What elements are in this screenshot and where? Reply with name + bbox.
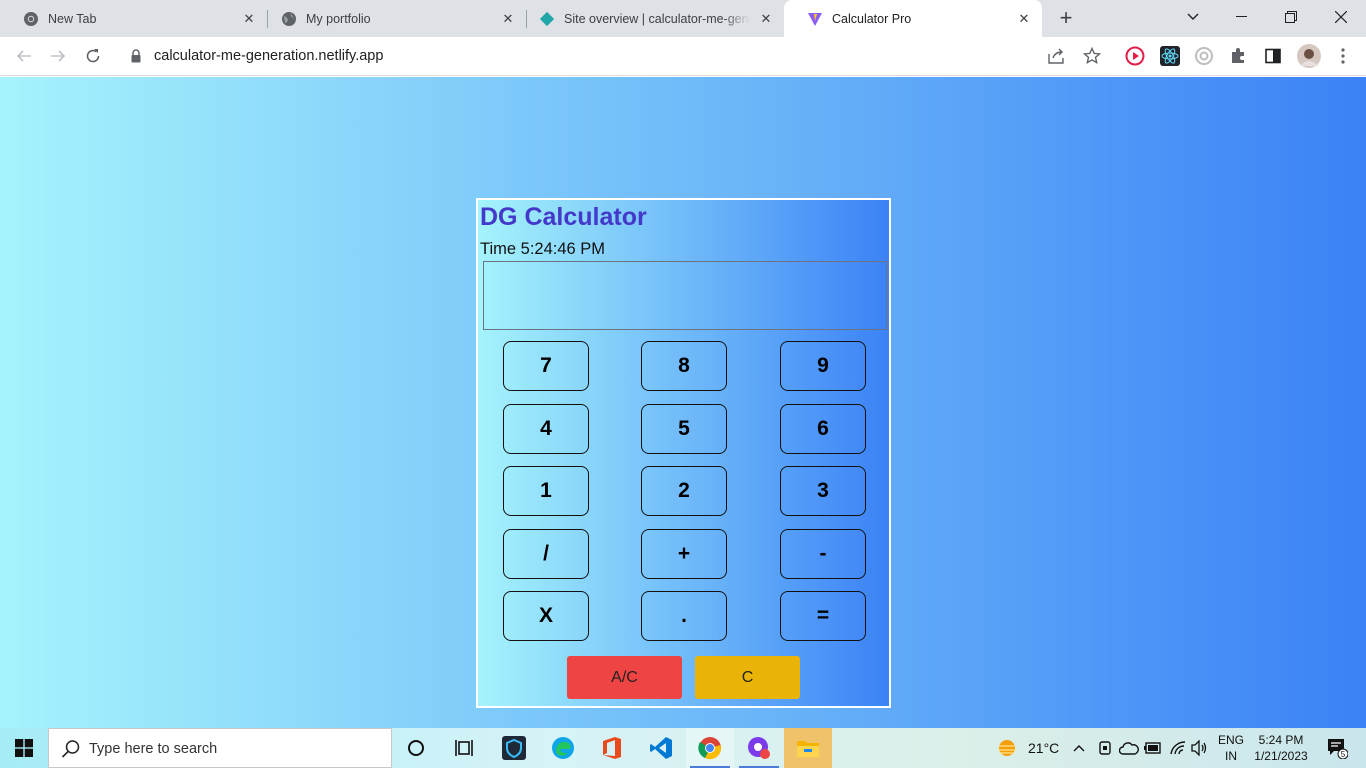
security-app-icon[interactable] bbox=[490, 728, 538, 768]
close-tab-icon[interactable]: ✕ bbox=[758, 11, 774, 27]
tab-title: New Tab bbox=[48, 11, 97, 26]
url-text: calculator-me-generation.netlify.app bbox=[154, 48, 384, 64]
chrome-profile-taskbar-icon[interactable] bbox=[735, 728, 783, 768]
close-window-icon[interactable] bbox=[1318, 0, 1364, 34]
key-multiply[interactable]: X bbox=[503, 591, 589, 641]
cortana-icon[interactable] bbox=[392, 728, 440, 768]
file-explorer-icon[interactable] bbox=[784, 728, 832, 768]
back-icon[interactable] bbox=[12, 44, 36, 68]
key-equals[interactable]: = bbox=[780, 591, 866, 641]
wifi-icon[interactable] bbox=[1169, 728, 1187, 768]
globe-icon bbox=[281, 11, 297, 27]
reload-icon[interactable] bbox=[81, 44, 105, 68]
windows-start-icon[interactable] bbox=[0, 728, 48, 768]
battery-icon[interactable] bbox=[1144, 728, 1162, 768]
kebab-menu-icon[interactable] bbox=[1333, 46, 1353, 66]
chrome-icon bbox=[23, 11, 39, 27]
page-background: DG Calculator Time 5:24:46 PM 7 8 9 4 5 6 1 2 3 /… bbox=[0, 77, 1366, 728]
weather-sun-icon bbox=[998, 740, 1016, 756]
calculator-display[interactable] bbox=[483, 261, 887, 330]
weather-temp: 21°C bbox=[1028, 740, 1060, 756]
key-plus[interactable]: + bbox=[641, 529, 727, 579]
key-minus[interactable]: - bbox=[780, 529, 866, 579]
netlify-icon bbox=[539, 11, 555, 27]
forward-icon[interactable] bbox=[46, 44, 70, 68]
taskbar: Type here to search 21°C ENG IN 5:24 PM … bbox=[0, 728, 1366, 768]
tab-new-tab[interactable]: New Tab ✕ bbox=[0, 0, 267, 37]
key-5[interactable]: 5 bbox=[641, 404, 727, 454]
close-tab-icon[interactable]: ✕ bbox=[241, 11, 257, 27]
side-panel-icon[interactable] bbox=[1263, 46, 1283, 66]
search-icon bbox=[61, 739, 81, 759]
key-1[interactable]: 1 bbox=[503, 466, 589, 516]
calculator-card: DG Calculator Time 5:24:46 PM 7 8 9 4 5 6 1 2 3 /… bbox=[476, 198, 891, 708]
address-bar[interactable]: calculator-me-generation.netlify.app bbox=[115, 41, 1115, 72]
taskbar-clock[interactable]: 5:24 PM 1/21/2023 bbox=[1250, 732, 1312, 764]
search-placeholder: Type here to search bbox=[89, 741, 218, 757]
vite-icon bbox=[807, 11, 823, 27]
key-4[interactable]: 4 bbox=[503, 404, 589, 454]
restore-icon[interactable] bbox=[1268, 0, 1314, 34]
tab-title: Calculator Pro bbox=[832, 11, 912, 26]
screen-recorder-extension-icon[interactable] bbox=[1125, 46, 1145, 66]
key-decimal[interactable]: . bbox=[641, 591, 727, 641]
volume-icon[interactable] bbox=[1191, 728, 1209, 768]
tab-strip: New Tab ✕ My portfolio ✕ Site overview |… bbox=[0, 0, 1366, 37]
tab-title: Site overview | calculator-me-generation bbox=[564, 11, 750, 26]
key-8[interactable]: 8 bbox=[641, 341, 727, 391]
notification-count: 5 bbox=[1341, 750, 1346, 759]
tray-device-icon[interactable] bbox=[1097, 728, 1113, 768]
tab-my-portfolio[interactable]: My portfolio ✕ bbox=[258, 0, 526, 37]
key-7[interactable]: 7 bbox=[503, 341, 589, 391]
clock-date: 1/21/2023 bbox=[1254, 749, 1308, 763]
new-tab-button[interactable]: + bbox=[1054, 5, 1078, 30]
edge-browser-icon[interactable] bbox=[539, 728, 587, 768]
office-icon[interactable] bbox=[588, 728, 636, 768]
tab-calculator-pro[interactable]: Calculator Pro ✕ bbox=[784, 0, 1042, 37]
calculator-title: DG Calculator bbox=[480, 203, 647, 231]
taskbar-search-box[interactable]: Type here to search bbox=[48, 728, 392, 768]
bookmark-star-icon[interactable] bbox=[1082, 46, 1102, 66]
close-tab-icon[interactable]: ✕ bbox=[1016, 11, 1032, 27]
key-3[interactable]: 3 bbox=[780, 466, 866, 516]
notification-center-icon[interactable]: 5 bbox=[1322, 728, 1352, 768]
language-indicator[interactable]: ENG IN bbox=[1214, 732, 1248, 764]
extension-icon[interactable] bbox=[1194, 46, 1214, 66]
lock-icon bbox=[131, 49, 141, 63]
clear-all-button[interactable]: A/C bbox=[567, 656, 682, 699]
react-devtools-icon[interactable] bbox=[1160, 46, 1180, 66]
key-9[interactable]: 9 bbox=[780, 341, 866, 391]
tab-search-icon[interactable] bbox=[1170, 0, 1216, 34]
tab-site-overview[interactable]: Site overview | calculator-me-generation… bbox=[516, 0, 784, 37]
browser-toolbar: calculator-me-generation.netlify.app bbox=[0, 37, 1366, 76]
clock-time: 5:24 PM bbox=[1258, 733, 1304, 747]
vscode-icon[interactable] bbox=[637, 728, 685, 768]
minimize-icon[interactable] bbox=[1218, 0, 1264, 34]
chrome-taskbar-icon[interactable] bbox=[686, 728, 734, 768]
onedrive-cloud-icon[interactable] bbox=[1119, 728, 1139, 768]
keyboard-region: IN bbox=[1225, 749, 1237, 763]
clear-button[interactable]: C bbox=[695, 656, 800, 699]
language-code: ENG bbox=[1217, 733, 1244, 747]
show-hidden-icons[interactable] bbox=[1073, 728, 1085, 768]
task-view-icon[interactable] bbox=[440, 728, 488, 768]
close-tab-icon[interactable]: ✕ bbox=[500, 11, 516, 27]
key-2[interactable]: 2 bbox=[641, 466, 727, 516]
share-icon[interactable] bbox=[1047, 46, 1067, 66]
key-divide[interactable]: / bbox=[503, 529, 589, 579]
clock-text: Time 5:24:46 PM bbox=[480, 240, 606, 258]
weather-widget[interactable]: 21°C bbox=[996, 728, 1059, 768]
key-6[interactable]: 6 bbox=[780, 404, 866, 454]
tab-title: My portfolio bbox=[306, 11, 371, 26]
puzzle-extensions-icon[interactable] bbox=[1228, 46, 1248, 66]
avatar[interactable] bbox=[1297, 44, 1321, 68]
